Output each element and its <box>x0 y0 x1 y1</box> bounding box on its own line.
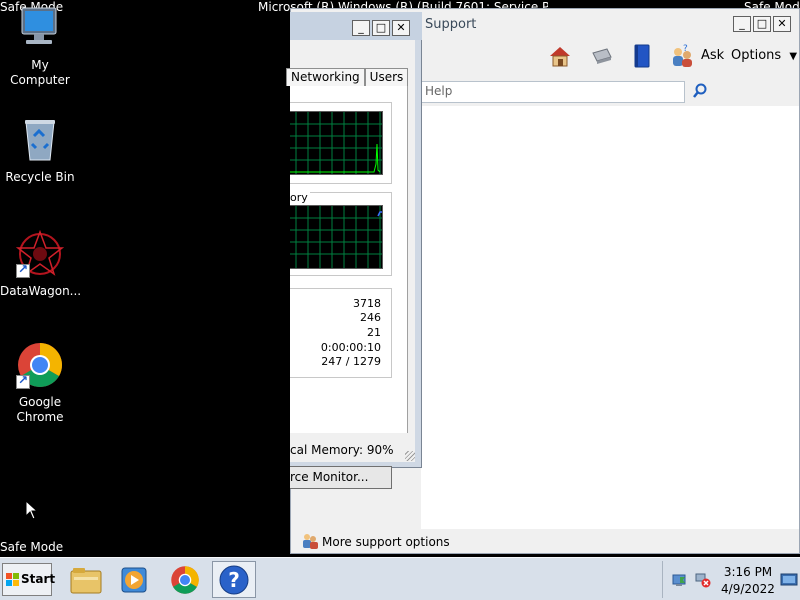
tab-networking[interactable]: Networking <box>286 68 365 86</box>
window-title: Support <box>425 17 477 32</box>
show-desktop-icon[interactable] <box>780 573 798 587</box>
task-manager-window[interactable]: _ □ ✕ Networking Users ory 3718 246 21 0… <box>286 12 422 489</box>
start-label: Start <box>21 572 56 586</box>
desktop-icon-label: My Computer <box>10 58 70 87</box>
more-support-options-link[interactable]: More support options <box>299 529 799 553</box>
memory-history-graph <box>290 205 383 269</box>
action-center-flag-icon[interactable] <box>671 572 687 588</box>
taskbar: Start ? 3:16 PM 4/9/2022 <box>0 557 800 600</box>
footer-label: More support options <box>322 535 450 549</box>
desktop-icon-my-computer[interactable]: My Computer <box>0 4 80 88</box>
resource-monitor-label: rce Monitor... <box>290 470 369 484</box>
desktop-icon-datawagon[interactable]: DataWagon... <box>0 229 82 299</box>
maximize-button[interactable]: □ <box>753 16 771 32</box>
minimize-button[interactable]: _ <box>733 16 751 32</box>
clock-time[interactable]: 3:16 PM <box>718 565 778 579</box>
ask-button[interactable]: Ask <box>701 48 724 63</box>
svg-text:?: ? <box>683 44 688 54</box>
search-help-input[interactable]: Help <box>421 81 685 103</box>
stat-value: 3718 <box>353 297 381 310</box>
recycle-bin-icon <box>16 116 64 164</box>
help-content-area <box>421 106 799 529</box>
cpu-history-graph <box>290 111 383 175</box>
taskbar-media-player[interactable] <box>112 561 156 598</box>
help-icon: ? <box>219 565 249 594</box>
cpu-history-group <box>290 102 392 184</box>
svg-text:?: ? <box>228 568 240 592</box>
resource-monitor-button[interactable]: rce Monitor... <box>290 466 392 489</box>
taskbar-chrome[interactable] <box>163 561 207 598</box>
options-menu[interactable]: Options ▼ <box>731 48 797 63</box>
stat-value: 247 / 1279 <box>321 355 381 368</box>
desktop-icon-label: Recycle Bin <box>5 170 75 184</box>
maximize-button[interactable]: □ <box>372 20 390 36</box>
print-icon[interactable] <box>588 43 614 69</box>
performance-tab-panel: ory 3718 246 21 0:00:00:10 247 / 1279 rc… <box>290 86 408 489</box>
taskbar-explorer[interactable] <box>64 561 108 598</box>
close-button[interactable]: ✕ <box>773 16 791 32</box>
windows-flag-icon <box>6 573 19 586</box>
status-bar-physical-memory: cal Memory: 90% <box>290 443 394 457</box>
desktop-icon-label: DataWagon... <box>0 284 82 298</box>
network-disconnected-icon[interactable] <box>695 572 711 588</box>
stat-value: 246 <box>360 311 381 324</box>
options-label: Options <box>731 48 782 63</box>
search-icon[interactable] <box>691 82 709 100</box>
clock-date[interactable]: 4/9/2022 <box>718 582 778 596</box>
browse-help-icon[interactable] <box>629 43 655 69</box>
resize-grip-icon[interactable] <box>405 451 415 461</box>
tab-users[interactable]: Users <box>364 68 409 86</box>
explorer-icon <box>70 567 102 593</box>
memory-group-label: ory <box>290 191 310 204</box>
safe-mode-label-bottom-left: Safe Mode <box>0 540 64 554</box>
shortcut-arrow-icon <box>16 262 30 278</box>
chevron-down-icon: ▼ <box>789 51 798 62</box>
desktop-icon-label: Google Chrome <box>16 395 64 424</box>
system-stats-group: 3718 246 21 0:00:00:10 247 / 1279 <box>290 288 392 378</box>
stat-value: 0:00:00:10 <box>320 341 381 354</box>
mouse-cursor-icon <box>25 500 39 520</box>
support-people-icon <box>301 532 319 550</box>
memory-history-group: ory <box>290 191 392 276</box>
system-tray: 3:16 PM 4/9/2022 <box>662 561 798 598</box>
desktop-icon-recycle-bin[interactable]: Recycle Bin <box>0 116 80 185</box>
media-player-icon <box>121 567 147 592</box>
chrome-icon <box>16 341 64 389</box>
desktop-icon-google-chrome[interactable]: Google Chrome <box>0 341 80 425</box>
chrome-icon <box>171 565 199 594</box>
computer-icon <box>16 4 64 52</box>
shortcut-arrow-icon <box>16 373 30 389</box>
close-button[interactable]: ✕ <box>392 20 410 36</box>
datawagon-icon <box>15 229 65 278</box>
start-button[interactable]: Start <box>2 563 56 596</box>
home-icon[interactable] <box>547 43 573 69</box>
ask-people-icon[interactable]: ? <box>669 43 695 69</box>
minimize-button[interactable]: _ <box>352 20 370 36</box>
taskbar-help[interactable]: ? <box>212 561 256 598</box>
stat-value: 21 <box>367 326 381 339</box>
